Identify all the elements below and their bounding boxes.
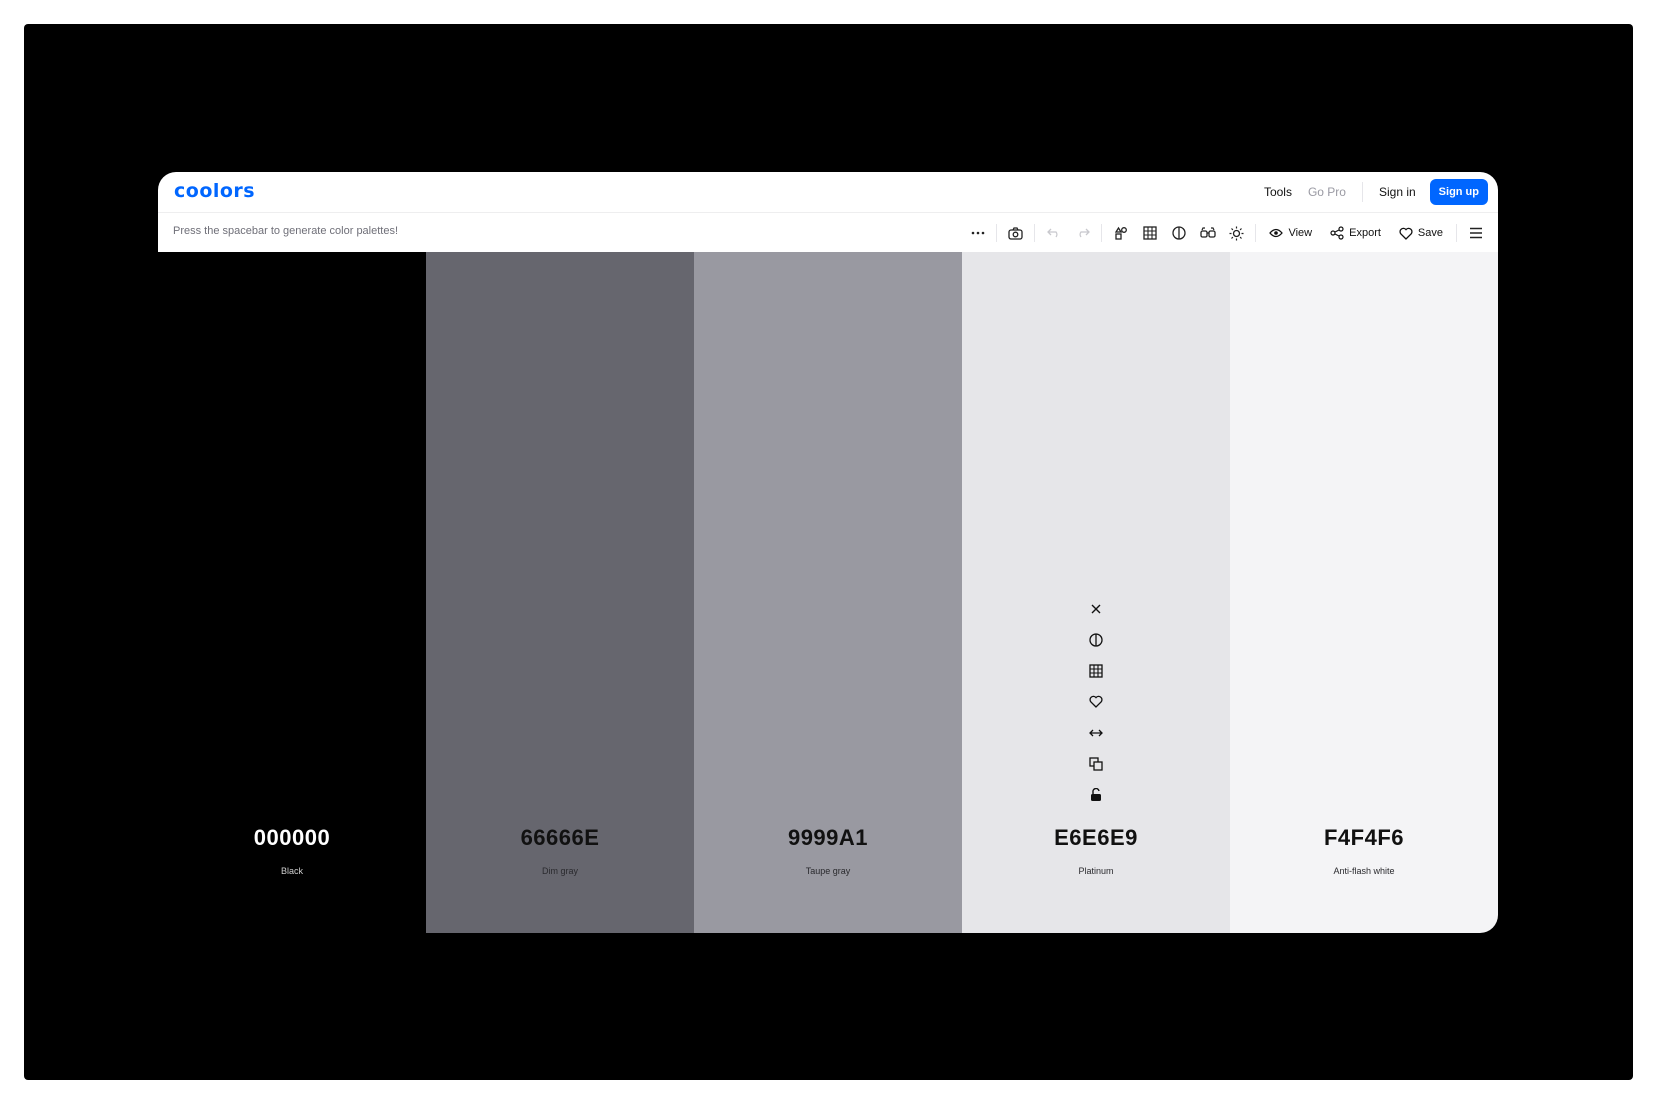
color-hex[interactable]: 66666E — [426, 825, 694, 851]
shades-grid-icon[interactable] — [1083, 655, 1109, 686]
adjust-palette-icon[interactable] — [1106, 218, 1135, 248]
toolbar-divider — [1255, 224, 1257, 242]
color-name: Taupe gray — [805, 866, 851, 876]
toolbar-divider — [1101, 224, 1103, 242]
drag-icon[interactable] — [1083, 717, 1109, 748]
color-hex[interactable]: F4F4F6 — [1230, 825, 1498, 851]
undo-icon[interactable] — [1039, 218, 1068, 248]
glasses-icon[interactable] — [1193, 218, 1222, 248]
nav-actions: Tools Go Pro Sign in Sign up — [1256, 179, 1488, 205]
color-name: Black — [280, 866, 303, 876]
color-swatch[interactable]: F4F4F6 Anti-flash white — [1230, 252, 1498, 933]
export-label: Export — [1349, 227, 1381, 239]
toolbar-divider — [1034, 224, 1036, 242]
color-palette: 000000 Black 66666E Dim gray 9999A1 Taup… — [158, 252, 1498, 933]
save-button[interactable]: Save — [1390, 218, 1452, 248]
color-swatch[interactable]: 9999A1 Taupe gray — [694, 252, 962, 933]
toolbar-divider — [1456, 224, 1457, 242]
coolors-logo[interactable]: coolors — [174, 180, 255, 202]
share-icon — [1330, 226, 1344, 240]
color-hex[interactable]: 000000 — [158, 825, 426, 851]
nav-divider — [1361, 182, 1363, 202]
palette-toolbar: Press the spacebar to generate color pal… — [158, 212, 1498, 253]
tools-link[interactable]: Tools — [1256, 179, 1300, 205]
top-navigation: coolors Tools Go Pro Sign in Sign up — [158, 172, 1498, 212]
color-swatch[interactable]: 66666E Dim gray — [426, 252, 694, 933]
view-button[interactable]: View — [1260, 218, 1321, 248]
sun-icon[interactable] — [1222, 218, 1251, 248]
sign-in-link[interactable]: Sign in — [1371, 179, 1424, 205]
coolors-app: coolors Tools Go Pro Sign in Sign up Pre… — [158, 172, 1498, 933]
menu-icon[interactable] — [1461, 218, 1490, 248]
sign-up-button[interactable]: Sign up — [1429, 179, 1488, 205]
toolbar-divider — [996, 224, 998, 242]
color-hex[interactable]: E6E6E9 — [962, 825, 1230, 851]
lock-icon[interactable] — [1083, 779, 1109, 810]
redo-icon[interactable] — [1068, 218, 1097, 248]
more-icon[interactable] — [963, 218, 992, 248]
contrast-icon[interactable] — [1083, 624, 1109, 655]
copy-icon[interactable] — [1083, 748, 1109, 779]
heart-icon — [1399, 227, 1413, 240]
color-swatch[interactable]: E6E6E9 Platinum — [962, 252, 1230, 933]
heart-icon[interactable] — [1083, 686, 1109, 717]
eye-icon — [1269, 228, 1284, 238]
color-name: Platinum — [1078, 866, 1114, 876]
spacebar-hint: Press the spacebar to generate color pal… — [173, 225, 399, 237]
export-button[interactable]: Export — [1321, 218, 1390, 248]
color-hex[interactable]: 9999A1 — [694, 825, 962, 851]
save-label: Save — [1417, 227, 1443, 239]
camera-icon[interactable] — [1001, 218, 1030, 248]
contrast-icon[interactable] — [1164, 218, 1193, 248]
color-name: Dim gray — [541, 866, 578, 876]
swatch-tools — [1083, 593, 1109, 810]
toolbar-actions: View Export Save — [963, 213, 1490, 253]
color-swatch[interactable]: 000000 Black — [158, 252, 426, 933]
view-label: View — [1288, 227, 1313, 239]
color-name: Anti-flash white — [1333, 866, 1395, 876]
go-pro-link[interactable]: Go Pro — [1300, 179, 1354, 205]
close-icon[interactable] — [1083, 593, 1109, 624]
grid-icon[interactable] — [1135, 218, 1164, 248]
